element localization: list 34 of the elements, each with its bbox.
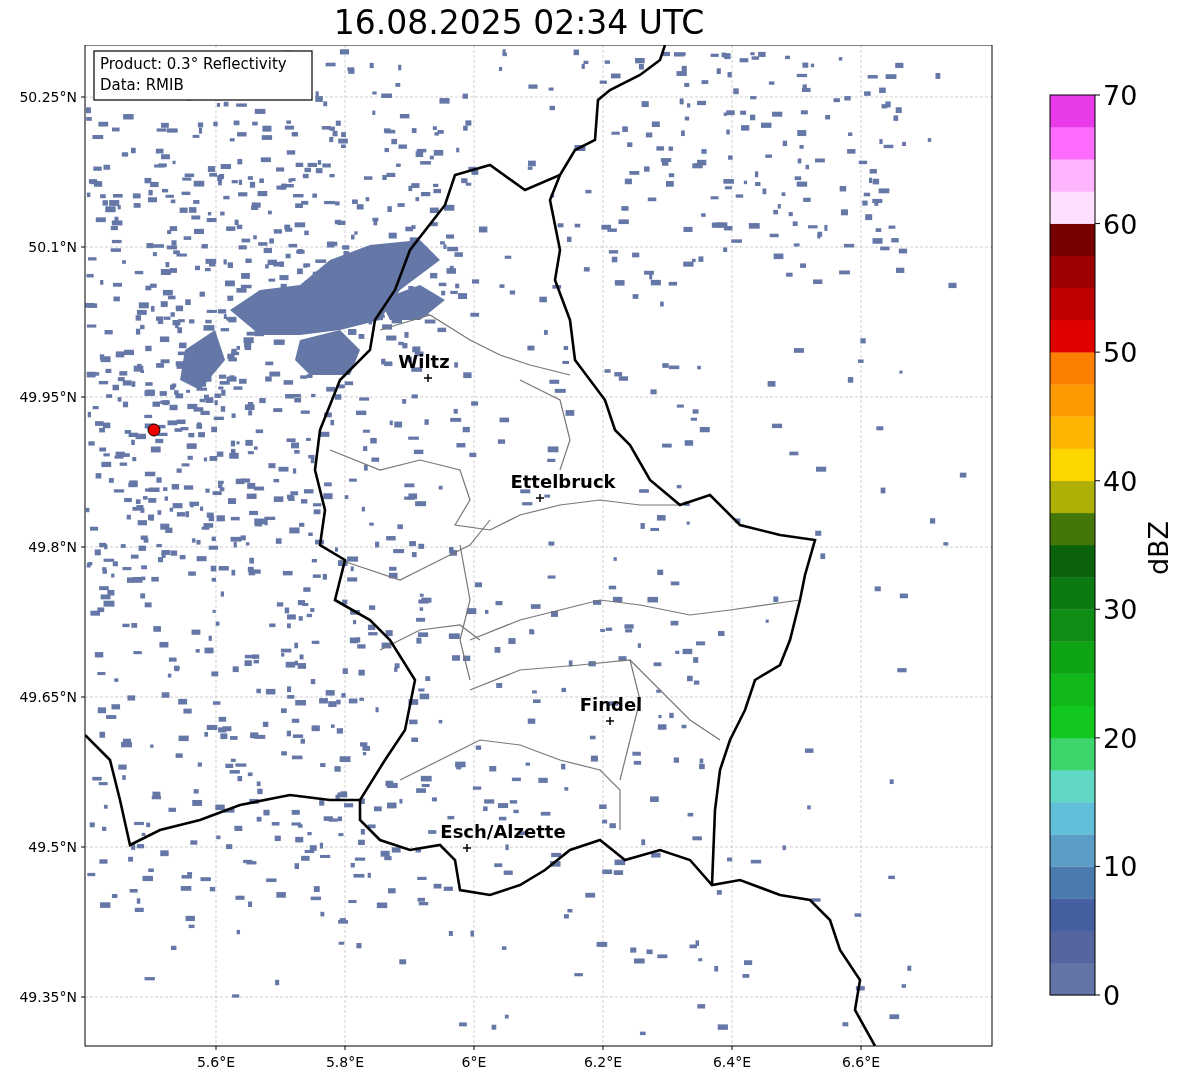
radar-site-marker <box>147 423 161 437</box>
longitude-tick-label: 6.4°E <box>712 1054 752 1070</box>
info-text: Data: RMIB <box>100 76 184 94</box>
city-label: Ettelbruck <box>510 471 616 492</box>
city-label: Esch/Alzette <box>440 821 566 842</box>
latitude-tick-label: 49.5°N <box>28 839 77 855</box>
city-marker <box>605 716 615 726</box>
latitude-tick-label: 50.25°N <box>19 89 77 105</box>
colorbar-tick-label: 20 <box>1103 722 1138 754</box>
latitude-tick-label: 50.1°N <box>28 239 77 255</box>
longitude-tick-label: 5.8°E <box>325 1054 365 1070</box>
chart-title: 16.08.2025 02:34 UTC <box>333 6 705 39</box>
colorbar-tick-label: 0 <box>1103 980 1121 1011</box>
longitude-tick-label: 6.6°E <box>841 1054 881 1070</box>
info-text: Product: 0.3° Reflectivity <box>100 55 287 73</box>
latitude-tick-label: 49.95°N <box>19 389 77 405</box>
colorbar-tick-label: 40 <box>1103 465 1138 497</box>
colorbar-tick-label: 60 <box>1103 208 1138 240</box>
longitude-tick-label: 5.6°E <box>196 1054 236 1070</box>
city-label: Findel <box>579 694 643 715</box>
city-label: Wiltz <box>398 351 450 372</box>
latitude-tick-label: 49.65°N <box>19 689 77 705</box>
colorbar-tick-label: 70 <box>1103 80 1138 111</box>
city-marker <box>462 843 472 853</box>
longitude-tick-label: 6°E <box>461 1054 487 1070</box>
colorbar-tick-label: 10 <box>1103 851 1138 883</box>
longitude-tick-label: 6.2°E <box>583 1054 623 1070</box>
colorbar-tick-label: 30 <box>1103 594 1138 626</box>
latitude-tick-label: 49.8°N <box>28 539 77 555</box>
colorbar-label: dBZ <box>1143 520 1174 576</box>
latitude-tick-label: 49.35°N <box>19 989 77 1005</box>
colorbar-tick-label: 50 <box>1103 337 1138 369</box>
city-marker <box>535 493 545 503</box>
city-marker <box>423 373 433 383</box>
